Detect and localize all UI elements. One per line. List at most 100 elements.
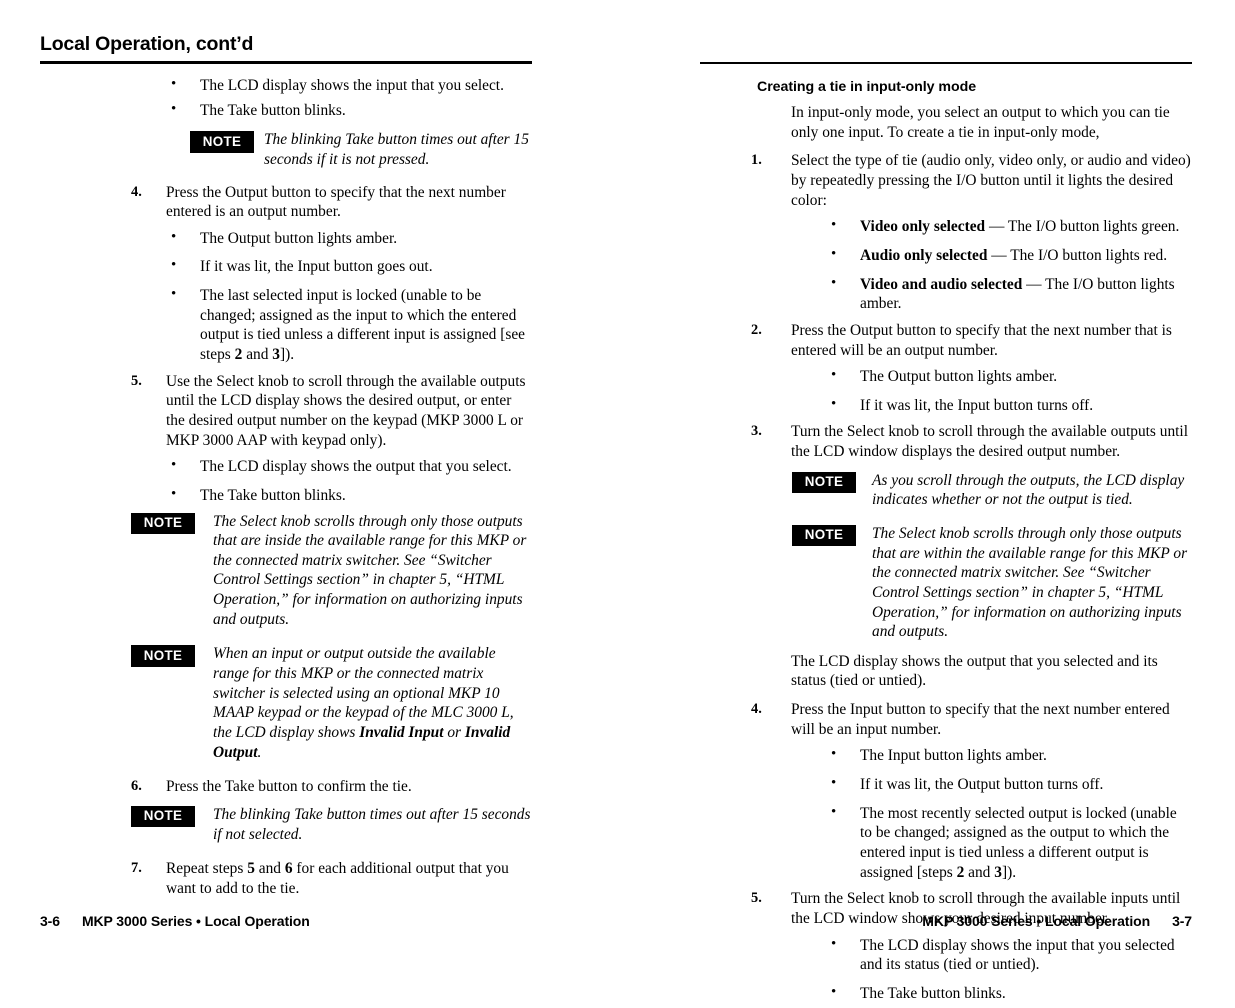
list-item-label: If it was lit, the Input button turns of… — [860, 396, 1094, 414]
list-item-label: The last selected input is locked (unabl… — [200, 287, 525, 364]
note-text: The Select knob scrolls through only tho… — [213, 512, 527, 628]
note-text: When an input or output outside the avai… — [213, 645, 514, 761]
step-number: 5. — [131, 372, 142, 389]
list-item-label: Audio only selected — The I/O button lig… — [860, 246, 1168, 264]
note-badge: NOTE — [792, 524, 856, 547]
step-number: 1. — [751, 152, 762, 169]
numbered-step: 4. Press the Input button to specify tha… — [700, 700, 1192, 739]
step-number: 4. — [131, 183, 142, 200]
note-text: The blinking Take button times out after… — [213, 805, 531, 843]
list-item: • The Take button blinks. — [40, 101, 532, 121]
bullet-icon: • — [171, 457, 177, 474]
numbered-step: 1. Select the type of tie (audio only, v… — [700, 151, 1192, 210]
section-heading: Creating a tie in input-only mode — [757, 79, 977, 95]
page-number: 3-6 — [40, 913, 60, 929]
bullet-icon: • — [831, 217, 837, 234]
list-item: • If it was lit, the Input button turns … — [700, 396, 1192, 416]
note-block: NOTE When an input or output outside the… — [40, 644, 532, 762]
step-text: Repeat steps 5 and 6 for each additional… — [166, 860, 509, 897]
right-page-header — [700, 34, 1192, 65]
list-item-label: The LCD display shows the input that you… — [200, 77, 504, 94]
right-page-column: Creating a tie in input-only mode In inp… — [700, 0, 1192, 1002]
footer-text: MKP 3000 Series • Local Operation — [922, 913, 1151, 929]
bullet-icon: • — [171, 76, 177, 92]
list-item: • The Output button lights amber. — [700, 367, 1192, 387]
list-item: • The Take button blinks. — [700, 984, 1192, 1004]
footer-text: MKP 3000 Series • Local Operation — [81, 913, 310, 929]
bullet-icon: • — [831, 775, 837, 792]
note-block: NOTE The Select knob scrolls through onl… — [40, 512, 532, 630]
step-text: Select the type of tie (audio only, vide… — [791, 152, 1191, 209]
list-item: • The Take button blinks. — [40, 486, 532, 506]
note-badge: NOTE — [131, 645, 195, 667]
list-item: • Audio only selected — The I/O button l… — [700, 246, 1192, 266]
note-block: NOTE The Select knob scrolls through onl… — [700, 524, 1192, 642]
list-item: • The LCD display shows the output that … — [40, 457, 532, 477]
step-number: 4. — [751, 701, 762, 718]
step-text: Press the Input button to specify that t… — [791, 701, 1170, 738]
list-item-label: The Take button blinks. — [860, 984, 1006, 1002]
note-text: The Select knob scrolls through only tho… — [872, 524, 1188, 641]
step-text: Use the Select knob to scroll through th… — [166, 372, 526, 449]
bullet-icon: • — [831, 367, 837, 384]
step-number: 5. — [751, 890, 762, 907]
bullet-icon: • — [831, 274, 837, 291]
step-number: 7. — [131, 860, 142, 877]
document-page: Local Operation, cont’d • The LCD displa… — [0, 0, 1235, 1002]
step-text: Turn the Select knob to scroll through t… — [791, 423, 1188, 461]
list-item: • The Output button lights amber. — [40, 229, 532, 249]
list-item-label: The most recently selected output is loc… — [860, 804, 1177, 881]
list-item: • Video and audio selected — The I/O but… — [700, 275, 1192, 314]
list-item: • The last selected input is locked (una… — [40, 286, 532, 365]
numbered-step: 2. Press the Output button to specify th… — [700, 321, 1192, 360]
bullet-icon: • — [831, 395, 837, 412]
note-badge: NOTE — [131, 512, 195, 534]
left-page-header: Local Operation, cont’d — [40, 33, 532, 65]
intro-paragraph: In input-only mode, you select an output… — [791, 104, 1170, 141]
list-item: • The most recently selected output is l… — [700, 804, 1192, 883]
body-paragraph: The LCD display shows the output that yo… — [791, 652, 1158, 690]
numbered-step: 7. Repeat steps 5 and 6 for each additio… — [40, 859, 532, 898]
list-item-label: The Output button lights amber. — [200, 229, 398, 247]
list-item-label: Video only selected — The I/O button lig… — [860, 218, 1180, 236]
numbered-step: 6. Press the Take button to confirm the … — [40, 777, 532, 797]
list-item-label: Video and audio selected — The I/O butto… — [860, 275, 1175, 313]
list-item-label: The Take button blinks. — [200, 101, 346, 119]
bullet-icon: • — [171, 286, 177, 303]
note-block: NOTE The blinking Take button times out … — [40, 805, 532, 844]
numbered-step: 3. Turn the Select knob to scroll throug… — [700, 422, 1192, 461]
list-item: • If it was lit, the Input button goes o… — [40, 257, 532, 277]
note-block: NOTE The blinking Take button times out … — [40, 130, 532, 169]
list-item: • The LCD display shows the input that y… — [700, 936, 1192, 975]
header-rule — [700, 61, 1192, 65]
bullet-icon: • — [171, 228, 177, 245]
bullet-icon: • — [171, 100, 177, 117]
bullet-icon: • — [171, 257, 177, 274]
page-number: 3-7 — [1172, 913, 1192, 929]
list-item-label: If it was lit, the Input button goes out… — [200, 258, 433, 276]
right-page-footer: MKP 3000 Series • Local Operation 3-7 — [922, 913, 1192, 929]
bullet-icon: • — [831, 935, 837, 952]
left-page-column: Local Operation, cont’d • The LCD displa… — [40, 0, 532, 954]
list-item-label: The LCD display shows the output that yo… — [200, 458, 512, 476]
note-badge: NOTE — [131, 805, 195, 828]
list-item: • The LCD display shows the input that y… — [40, 76, 532, 96]
note-badge: NOTE — [792, 471, 856, 494]
list-item-label: The LCD display shows the input that you… — [860, 936, 1175, 974]
list-item: • Video only selected — The I/O button l… — [700, 217, 1192, 237]
left-page-content: • The LCD display shows the input that y… — [40, 76, 532, 903]
header-rule — [40, 61, 532, 65]
list-item-label: The Take button blinks. — [200, 486, 346, 504]
note-text: As you scroll through the outputs, the L… — [872, 471, 1185, 509]
left-page-footer: 3-6 MKP 3000 Series • Local Operation — [40, 913, 310, 929]
step-text: Press the Output button to specify that … — [791, 321, 1172, 359]
list-item-label: The Output button lights amber. — [860, 368, 1058, 386]
bullet-icon: • — [171, 485, 177, 502]
step-text: Press the Take button to confirm the tie… — [166, 778, 412, 796]
list-item: • If it was lit, the Output button turns… — [700, 775, 1192, 795]
note-block: NOTE As you scroll through the outputs, … — [700, 471, 1192, 510]
page-title: Local Operation, cont’d — [40, 33, 254, 55]
numbered-step: 5. Use the Select knob to scroll through… — [40, 372, 532, 451]
list-item-label: The Input button lights amber. — [860, 747, 1047, 765]
bullet-icon: • — [831, 983, 837, 1000]
